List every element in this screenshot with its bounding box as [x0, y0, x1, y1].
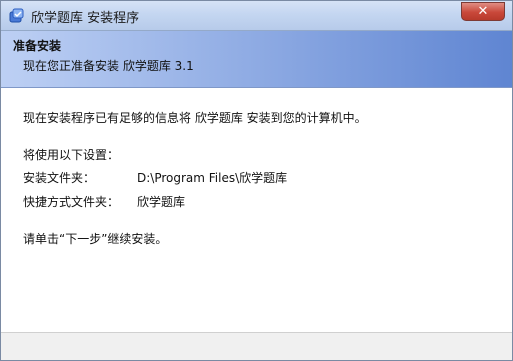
install-folder-label: 安装文件夹： [23, 171, 96, 185]
installer-icon [9, 8, 24, 23]
settings-heading: 将使用以下设置： [23, 148, 120, 162]
window-title: 欣学题库 安装程序 [31, 11, 140, 26]
close-icon: ✕ [477, 4, 489, 19]
header-subtitle: 现在您正准备安装 欣学题库 3.1 [23, 59, 194, 73]
install-folder-value: D:\Program Files\欣学题库 [137, 171, 288, 185]
instruction-text: 请单击“下一步”继续安装。 [23, 232, 168, 246]
content-area: 现在安装程序已有足够的信息将 欣学题库 安装到您的计算机中。 将使用以下设置： … [1, 89, 512, 332]
close-button[interactable]: ✕ [461, 2, 505, 21]
installer-window: 欣学题库 安装程序 ✕ 准备安装 现在您正准备安装 欣学题库 3.1 现在安装程… [0, 0, 513, 361]
shortcut-folder-value: 欣学题库 [137, 195, 186, 209]
header-title: 准备安装 [13, 39, 62, 53]
header-banner: 准备安装 现在您正准备安装 欣学题库 3.1 [1, 31, 512, 88]
intro-text: 现在安装程序已有足够的信息将 欣学题库 安装到您的计算机中。 [23, 111, 367, 125]
button-bar [1, 333, 512, 360]
title-bar[interactable]: 欣学题库 安装程序 ✕ [1, 1, 512, 31]
shortcut-folder-label: 快捷方式文件夹： [23, 195, 120, 209]
